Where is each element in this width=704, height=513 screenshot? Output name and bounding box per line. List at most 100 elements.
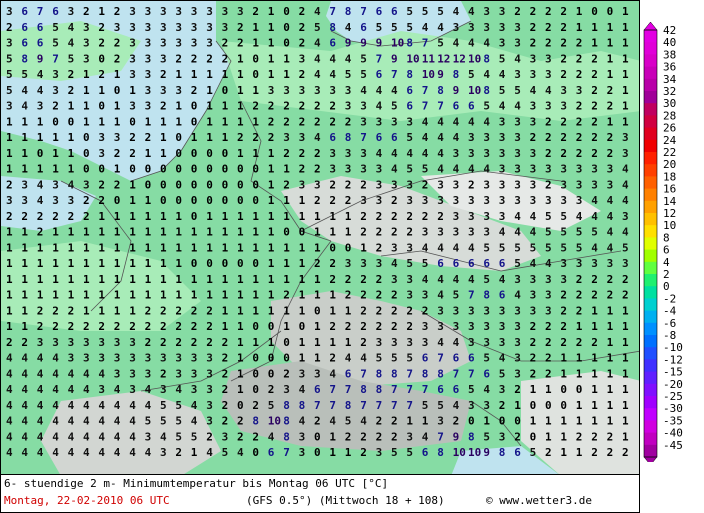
temperature-value: 3 [52, 194, 59, 207]
temperature-value: 1 [237, 147, 244, 160]
temperature-value: 1 [206, 273, 213, 286]
temperature-value: 2 [576, 68, 583, 81]
legend-swatch [644, 213, 657, 226]
temperature-value: 3 [499, 5, 506, 18]
temperature-value: 2 [576, 147, 583, 160]
temperature-value: 3 [98, 352, 105, 365]
temperature-value: 1 [191, 446, 198, 459]
temperature-value: 6 [422, 446, 429, 459]
temperature-value: 2 [607, 430, 614, 443]
temperature-value: 2 [514, 430, 521, 443]
temperature-value: 1 [206, 115, 213, 128]
temperature-value: 2 [222, 383, 229, 396]
temperature-value: 3 [6, 5, 13, 18]
temperature-value: 3 [376, 336, 383, 349]
legend-swatch [644, 30, 657, 43]
temperature-value: 1 [299, 210, 306, 223]
temperature-value: 0 [252, 68, 259, 81]
temperature-value: 4 [391, 84, 398, 97]
temperature-value: 3 [191, 383, 198, 396]
temperature-value: 4 [530, 84, 537, 97]
temperature-value: 4 [530, 257, 537, 270]
temperature-value: 8 [299, 399, 306, 412]
temperature-value: 3 [145, 52, 152, 65]
temperature-value: 1 [175, 273, 182, 286]
temperature-value: 1 [52, 147, 59, 160]
temperature-value: 0 [283, 21, 290, 34]
temperature-value: 2 [545, 147, 552, 160]
temperature-value: 1 [607, 352, 614, 365]
temperature-value: 2 [175, 320, 182, 333]
temperature-value: 1 [21, 257, 28, 270]
temperature-value: 2 [591, 336, 598, 349]
temperature-value: 1 [237, 241, 244, 254]
temperature-value: 0 [545, 399, 552, 412]
temperature-value: 2 [391, 289, 398, 302]
temperature-value: 2 [299, 115, 306, 128]
temperature-value: 8 [283, 430, 290, 443]
temperature-value: 2 [98, 178, 105, 191]
temperature-value: 1 [68, 257, 75, 270]
temperature-value: 2 [299, 100, 306, 113]
temperature-value: 1 [329, 446, 336, 459]
temperature-value: 6 [453, 257, 460, 270]
temperature-value: 1 [607, 37, 614, 50]
temperature-value: 1 [607, 115, 614, 128]
temperature-value: 0 [283, 336, 290, 349]
temperature-value: 5 [175, 430, 182, 443]
temperature-value: 3 [222, 5, 229, 18]
temperature-value: 0 [114, 84, 121, 97]
legend-swatch [644, 261, 657, 275]
temperature-value: 0 [160, 194, 167, 207]
temperature-value: 2 [391, 430, 398, 443]
temperature-value: 1 [145, 273, 152, 286]
temperature-value: 6 [268, 446, 275, 459]
temperature-value: 3 [545, 194, 552, 207]
temperature-value: 1 [268, 304, 275, 317]
temperature-value: 5 [560, 210, 567, 223]
temperature-value: 1 [252, 241, 259, 254]
temperature-value: 3 [545, 289, 552, 302]
temperature-value: 2 [376, 226, 383, 239]
credit-link[interactable]: © www.wetter3.de [486, 494, 592, 507]
temperature-value: 1 [607, 52, 614, 65]
temperature-value: 1 [160, 226, 167, 239]
temperature-value: 2 [591, 446, 598, 459]
temperature-value: 2 [145, 304, 152, 317]
temperature-value: 3 [268, 84, 275, 97]
temperature-value: 3 [453, 226, 460, 239]
temperature-value: 2 [376, 241, 383, 254]
model-run: (GFS 0.5°) (Mittwoch 18 + 108) [246, 494, 445, 507]
temperature-value: 2 [499, 399, 506, 412]
temperature-value: 2 [145, 336, 152, 349]
temperature-value: 2 [591, 430, 598, 443]
temperature-value: 2 [360, 226, 367, 239]
temperature-value: 2 [329, 100, 336, 113]
temperature-value: 1 [129, 273, 136, 286]
temperature-value: 2 [607, 446, 614, 459]
temperature-value: 1 [268, 68, 275, 81]
temperature-value: 3 [98, 383, 105, 396]
temperature-value: 2 [129, 131, 136, 144]
temperature-value: 2 [299, 5, 306, 18]
temperature-value: 2 [191, 304, 198, 317]
temperature-value: 2 [160, 320, 167, 333]
temperature-value: 2 [591, 273, 598, 286]
temperature-value: 5 [391, 446, 398, 459]
temperature-value: 4 [160, 430, 167, 443]
temperature-value: 2 [283, 115, 290, 128]
temperature-value: 1 [98, 226, 105, 239]
temperature-value: 4 [483, 115, 490, 128]
temperature-value: 3 [191, 367, 198, 380]
temperature-value: 2 [560, 289, 567, 302]
legend-label: 2 [663, 268, 670, 281]
temperature-value: 8 [329, 21, 336, 34]
temperature-value: 3 [145, 37, 152, 50]
temperature-value: 2 [6, 178, 13, 191]
temperature-value: 8 [376, 367, 383, 380]
temperature-value: 3 [345, 100, 352, 113]
temperature-value: 1 [114, 210, 121, 223]
temperature-value: 4 [191, 415, 198, 428]
temperature-value: 1 [237, 115, 244, 128]
temperature-value: 5 [21, 68, 28, 81]
